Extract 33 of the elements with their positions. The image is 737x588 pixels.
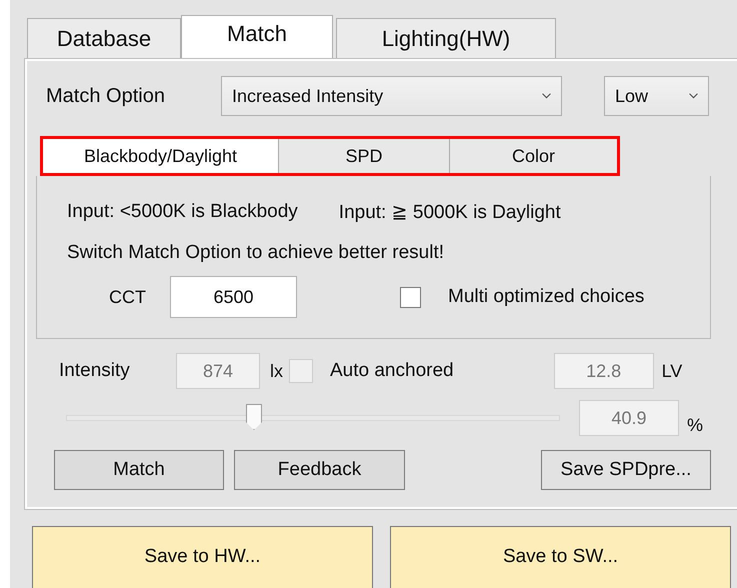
checkbox[interactable] xyxy=(289,359,313,383)
unit-label: % xyxy=(687,414,704,436)
percent-field[interactable]: 40.9 xyxy=(579,400,679,436)
lv-field[interactable]: 12.8 xyxy=(554,353,654,389)
hint-text: Switch Match Option to achieve better result! xyxy=(67,242,444,264)
slider-thumb[interactable] xyxy=(246,404,262,430)
cct-field[interactable]: 6500 xyxy=(170,276,297,318)
intensity-label: Intensity xyxy=(59,360,131,382)
checkbox-label: Multi optimized choices xyxy=(448,286,644,308)
checkbox-label: Auto anchored xyxy=(330,360,454,382)
button[interactable]: Match xyxy=(54,450,224,490)
button[interactable]: Save SPDpre... xyxy=(541,450,711,490)
match-option-dropdown[interactable]: Increased Intensity xyxy=(221,76,562,116)
unit-label: lx xyxy=(270,360,283,382)
intensity-field[interactable]: 874 xyxy=(176,353,260,389)
caret-icon xyxy=(542,93,551,99)
save-button[interactable]: Save to HW... xyxy=(32,526,373,588)
caret-icon xyxy=(689,93,698,99)
tab[interactable]: Match xyxy=(181,15,333,58)
tab[interactable]: Color xyxy=(449,139,617,173)
save-button[interactable]: Save to SW... xyxy=(390,526,731,588)
checkbox[interactable] xyxy=(400,286,421,308)
info-text: Input: ≧ 5000K is Daylight xyxy=(338,201,561,224)
level-dropdown[interactable]: Low xyxy=(604,76,709,116)
tab[interactable]: Blackbody/Daylight xyxy=(43,139,278,173)
cct-label: CCT xyxy=(109,286,147,308)
tab[interactable]: SPD xyxy=(278,139,449,173)
match-option-label: Match Option xyxy=(46,84,166,108)
info-text: Input: <5000K is Blackbody xyxy=(67,201,298,223)
tab[interactable]: Database xyxy=(27,18,181,58)
unit-label: LV xyxy=(662,360,682,382)
button[interactable]: Feedback xyxy=(234,450,405,490)
tab[interactable]: Lighting(HW) xyxy=(336,18,556,58)
